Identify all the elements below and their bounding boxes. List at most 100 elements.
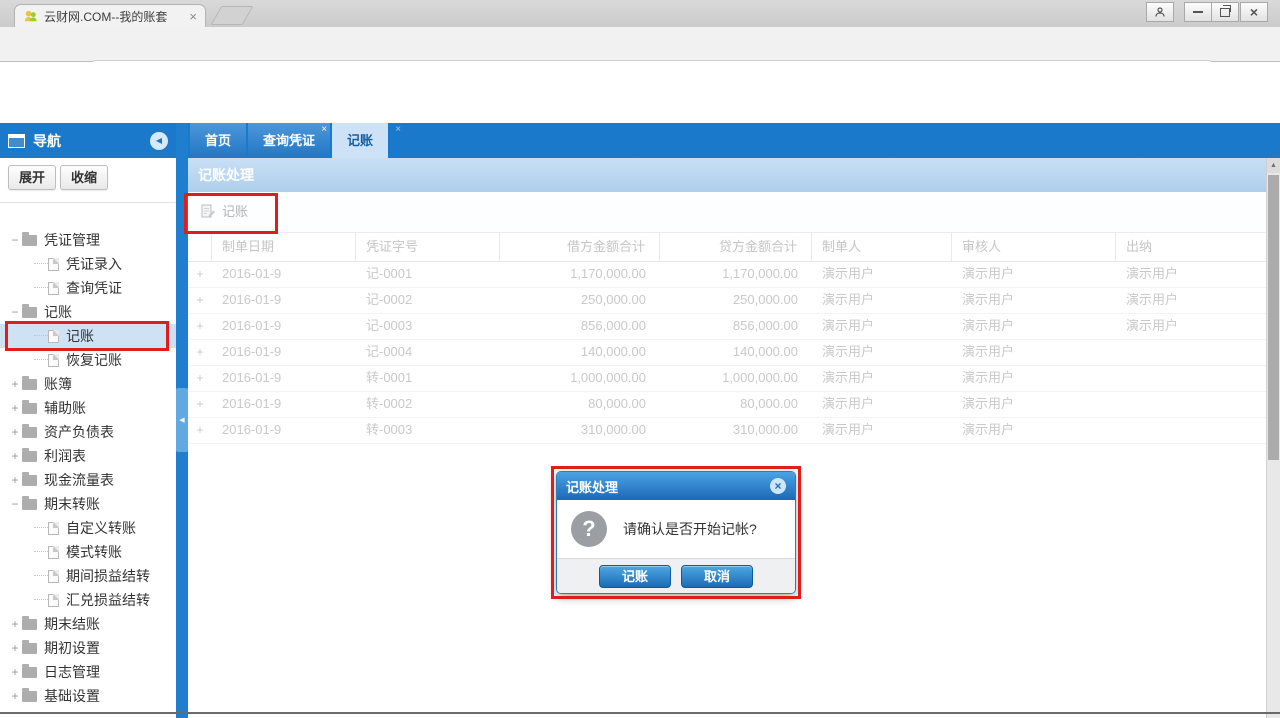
cell-cashier: 演示用户 bbox=[1116, 288, 1266, 313]
table-row[interactable]: +2016-01-9转-000280,000.0080,000.00演示用户演示… bbox=[188, 392, 1266, 418]
tree-expander-icon[interactable]: − bbox=[8, 306, 22, 318]
cell-credit_total: 1,000,000.00 bbox=[660, 366, 812, 391]
nav-tree: −凭证管理凭证录入查询凭证−记账记账恢复记账+账簿+辅助账+资产负债表+利润表+… bbox=[0, 228, 176, 708]
splitter-handle[interactable]: ◀ bbox=[176, 388, 188, 452]
tab-query-voucher[interactable]: 查询凭证× bbox=[248, 123, 330, 158]
tree-expander-icon[interactable]: + bbox=[8, 690, 22, 702]
sidebar-collapse-button[interactable]: ◀ bbox=[150, 132, 168, 150]
cell-debit_total: 1,170,000.00 bbox=[500, 262, 660, 287]
column-header-cashier: 出纳 bbox=[1116, 233, 1266, 261]
tab-posting[interactable]: 记账× bbox=[332, 123, 388, 158]
tree-expander-icon[interactable]: + bbox=[8, 642, 22, 654]
cell-date: 2016-01-9 bbox=[212, 288, 356, 313]
file-icon bbox=[48, 522, 59, 535]
folder-icon bbox=[22, 643, 37, 654]
sidebar-item-log-mgmt[interactable]: +日志管理 bbox=[0, 660, 176, 684]
row-expand-icon[interactable]: + bbox=[188, 314, 212, 339]
row-expand-icon[interactable]: + bbox=[188, 418, 212, 443]
sidebar-item-income-statement[interactable]: + 利润表 bbox=[0, 444, 176, 468]
tree-item-label: 自定义转账 bbox=[66, 518, 136, 538]
close-browser-tab-icon[interactable]: × bbox=[189, 10, 197, 23]
restore-button[interactable] bbox=[1211, 2, 1239, 22]
table-row[interactable]: +2016-01-9记-00011,170,000.001,170,000.00… bbox=[188, 262, 1266, 288]
browser-tab[interactable]: 云财网.COM--我的账套 × bbox=[14, 4, 206, 27]
table-row[interactable]: +2016-01-9记-0003856,000.00856,000.00演示用户… bbox=[188, 314, 1266, 340]
expand-all-button[interactable]: 展开 bbox=[8, 165, 56, 190]
sidebar-item-auxiliary-books[interactable]: +辅助账 bbox=[0, 396, 176, 420]
cell-credit_total: 80,000.00 bbox=[660, 392, 812, 417]
sidebar-item-balance-sheet[interactable]: +资产负债表 bbox=[0, 420, 176, 444]
tree-item-label: 期间损益结转 bbox=[66, 566, 150, 586]
dialog-close-icon[interactable]: × bbox=[770, 478, 786, 494]
tree-expander-icon[interactable]: + bbox=[8, 474, 22, 486]
cell-voucher_no: 记-0003 bbox=[356, 314, 500, 339]
tree-item-label: 现金流量表 bbox=[44, 470, 114, 490]
cell-date: 2016-01-9 bbox=[212, 418, 356, 443]
sidebar-item-initial-setup[interactable]: +期初设置 bbox=[0, 636, 176, 660]
tab-home[interactable]: 首页 bbox=[190, 123, 246, 158]
row-expand-icon[interactable]: + bbox=[188, 340, 212, 365]
sidebar-item-period-end-closing[interactable]: +期末结账 bbox=[0, 612, 176, 636]
cell-credit_total: 310,000.00 bbox=[660, 418, 812, 443]
row-expand-icon[interactable]: + bbox=[188, 288, 212, 313]
cell-credit_total: 250,000.00 bbox=[660, 288, 812, 313]
table-row[interactable]: +2016-01-9记-0002250,000.00250,000.00演示用户… bbox=[188, 288, 1266, 314]
table-row[interactable]: +2016-01-9转-00011,000,000.001,000,000.00… bbox=[188, 366, 1266, 392]
tree-connector bbox=[34, 263, 48, 265]
tree-expander-icon[interactable]: − bbox=[8, 498, 22, 510]
tree-connector bbox=[34, 575, 48, 577]
sidebar-item-pl-carryover[interactable]: 期间损益结转 bbox=[0, 564, 176, 588]
dialog-title-bar[interactable]: 记账处理 × bbox=[557, 472, 795, 500]
tree-expander-icon[interactable]: + bbox=[8, 450, 22, 462]
minimize-button[interactable] bbox=[1184, 2, 1212, 22]
row-expand-icon[interactable]: + bbox=[188, 392, 212, 417]
splitter-bar[interactable]: ◀ bbox=[176, 123, 188, 718]
sidebar-item-template-transfer[interactable]: 模式转账 bbox=[0, 540, 176, 564]
close-window-button[interactable]: × bbox=[1240, 2, 1268, 22]
post-button[interactable]: 记账 bbox=[200, 201, 248, 220]
tree-expander-icon[interactable]: + bbox=[8, 666, 22, 678]
table-row[interactable]: +2016-01-9转-0003310,000.00310,000.00演示用户… bbox=[188, 418, 1266, 444]
sidebar-item-fx-carryover[interactable]: 汇兑损益结转 bbox=[0, 588, 176, 612]
scroll-up-icon[interactable]: ▲ bbox=[1267, 158, 1280, 173]
collapse-all-button[interactable]: 收缩 bbox=[60, 165, 108, 190]
sidebar-item-cash-flow[interactable]: + 现金流量表 bbox=[0, 468, 176, 492]
tree-expander-icon[interactable]: + bbox=[8, 618, 22, 630]
sidebar-item-voucher-mgmt[interactable]: −凭证管理 bbox=[0, 228, 176, 252]
dialog-cancel-button[interactable]: 取消 bbox=[681, 565, 753, 588]
sidebar-item-account-books[interactable]: + 账簿 bbox=[0, 372, 176, 396]
close-tab-icon[interactable]: × bbox=[395, 125, 401, 135]
sidebar-item-basic-settings[interactable]: +基础设置 bbox=[0, 684, 176, 708]
tree-item-label: 账簿 bbox=[44, 374, 72, 394]
table-row[interactable]: +2016-01-9记-0004140,000.00140,000.00演示用户… bbox=[188, 340, 1266, 366]
close-tab-icon[interactable]: × bbox=[321, 125, 327, 135]
tree-item-label: 恢复记账 bbox=[66, 350, 122, 370]
row-expand-icon[interactable]: + bbox=[188, 262, 212, 287]
vertical-scrollbar[interactable]: ▲ bbox=[1266, 158, 1280, 718]
tree-expander-icon[interactable]: + bbox=[8, 378, 22, 390]
row-expand-icon[interactable]: + bbox=[188, 366, 212, 391]
dialog-confirm-button[interactable]: 记账 bbox=[599, 565, 671, 588]
tree-item-label: 利润表 bbox=[44, 446, 86, 466]
sidebar-item-voucher-entry[interactable]: 凭证录入 bbox=[0, 252, 176, 276]
cell-preparer: 演示用户 bbox=[812, 314, 952, 339]
tree-item-label: 记账 bbox=[66, 326, 94, 346]
sidebar-item-restore-posting[interactable]: 恢复记账 bbox=[0, 348, 176, 372]
tab-bar: 首页查询凭证×记账× bbox=[190, 123, 390, 158]
sidebar-item-posting-group[interactable]: −记账 bbox=[0, 300, 176, 324]
sidebar-item-voucher-query[interactable]: 查询凭证 bbox=[0, 276, 176, 300]
tree-expander-icon[interactable]: + bbox=[8, 402, 22, 414]
profile-button[interactable] bbox=[1146, 2, 1174, 22]
browser-tab-strip: 云财网.COM--我的账套 × × bbox=[0, 0, 1280, 27]
cell-voucher_no: 转-0003 bbox=[356, 418, 500, 443]
dialog-title: 记账处理 bbox=[566, 477, 770, 496]
tree-expander-icon[interactable]: + bbox=[8, 426, 22, 438]
tree-expander-icon[interactable]: − bbox=[8, 234, 22, 246]
file-icon bbox=[48, 282, 59, 295]
folder-icon bbox=[22, 403, 37, 414]
sidebar-item-period-end-transfer[interactable]: −期末转账 bbox=[0, 492, 176, 516]
sidebar-item-posting[interactable]: 记账 bbox=[0, 324, 176, 348]
new-tab-button[interactable] bbox=[211, 6, 254, 25]
sidebar-item-custom-transfer[interactable]: 自定义转账 bbox=[0, 516, 176, 540]
scrollbar-thumb[interactable] bbox=[1268, 175, 1279, 460]
